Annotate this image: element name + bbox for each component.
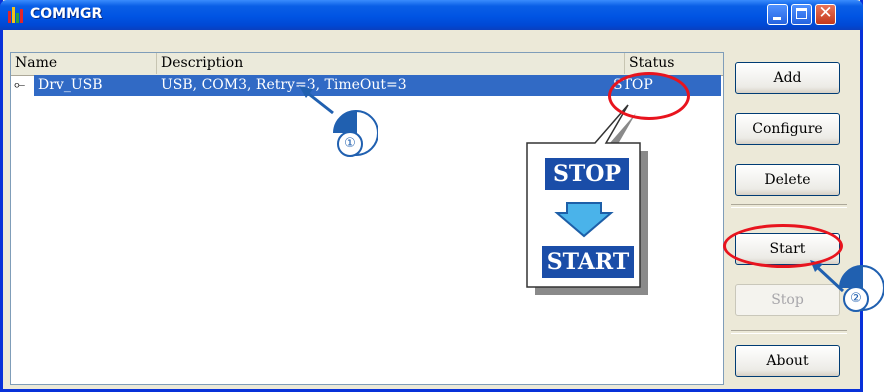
step-marker-1: ①	[330, 107, 378, 163]
step-number-1: ①	[337, 131, 363, 157]
step-number-2: ②	[843, 286, 869, 312]
callout-from-label: STOP	[545, 158, 629, 190]
callout-to-label: START	[542, 246, 634, 278]
status-highlight-ellipse	[608, 72, 690, 120]
callout-balloon	[299, 86, 845, 295]
start-highlight-ellipse	[723, 224, 843, 268]
step-marker-2: ②	[836, 262, 884, 318]
